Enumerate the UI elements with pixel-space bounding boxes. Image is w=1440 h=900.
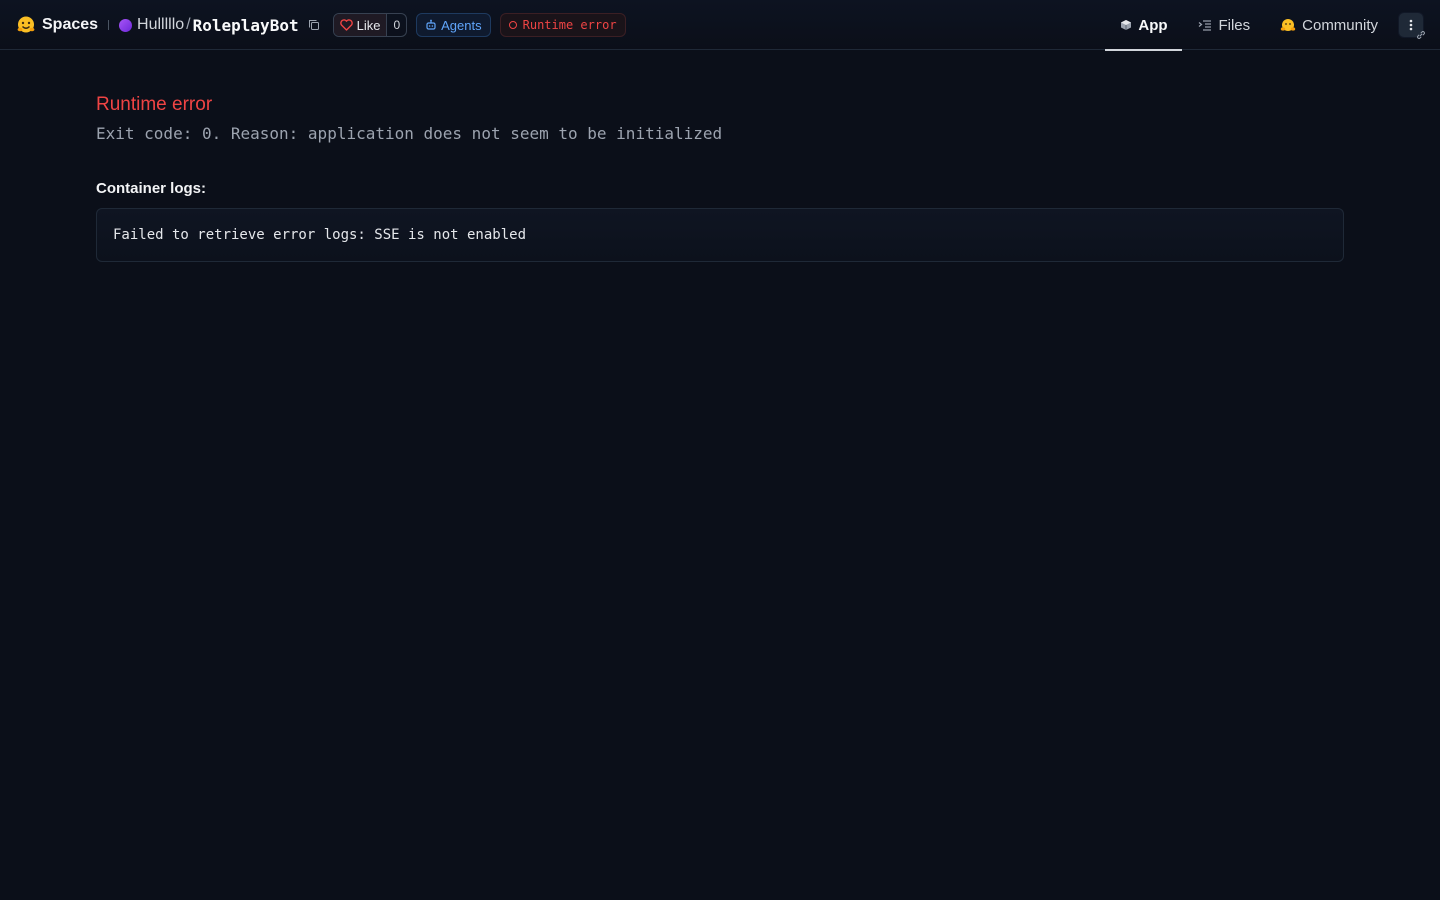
hugging-face-logo-icon[interactable] <box>16 15 36 35</box>
header-divider <box>108 20 110 30</box>
agents-label: Agents <box>441 17 482 33</box>
owner-link[interactable]: Hulllllo <box>137 16 184 34</box>
copy-icon[interactable] <box>307 18 321 32</box>
header-tabs: App Files Community <box>1105 0 1425 51</box>
like-label: Like <box>356 17 381 33</box>
status-label: Runtime error <box>522 18 617 32</box>
like-group: Like 0 <box>332 13 408 37</box>
cube-icon <box>1121 20 1132 30</box>
like-button[interactable]: Like <box>333 14 388 36</box>
error-status-icon <box>508 21 517 29</box>
kebab-menu-icon <box>1409 19 1413 31</box>
error-title: Runtime error <box>96 94 213 115</box>
path-separator: / <box>186 16 191 33</box>
robot-icon <box>426 19 436 30</box>
files-icon <box>1199 20 1212 31</box>
agents-button[interactable]: Agents <box>416 13 491 37</box>
spaces-link[interactable]: Spaces <box>42 16 98 34</box>
error-reason: Exit code: 0. Reason: application does n… <box>96 124 723 143</box>
header-left: Spaces Hulllllo / RoleplayBot Like 0 Age… <box>16 0 626 50</box>
heart-icon <box>339 19 353 31</box>
repo-name-link[interactable]: RoleplayBot <box>193 16 299 35</box>
tab-files[interactable]: Files <box>1184 0 1264 50</box>
container-logs-text: Failed to retrieve error logs: SSE is no… <box>113 227 527 243</box>
status-badge[interactable]: Runtime error <box>499 13 626 37</box>
owner-avatar[interactable] <box>119 18 133 32</box>
more-options-button[interactable] <box>1398 12 1425 39</box>
tab-community-label: Community <box>1302 16 1378 34</box>
like-count[interactable]: 0 <box>387 18 406 32</box>
tab-app[interactable]: App <box>1105 0 1183 51</box>
tab-app-label: App <box>1138 16 1168 34</box>
container-logs-heading: Container logs: <box>96 180 207 197</box>
container-logs-box: Failed to retrieve error logs: SSE is no… <box>96 208 1344 262</box>
main-content: Runtime error Exit code: 0. Reason: appl… <box>96 50 1344 262</box>
link-icon <box>1417 31 1425 39</box>
tab-files-label: Files <box>1218 16 1251 34</box>
top-header: Spaces Hulllllo / RoleplayBot Like 0 Age… <box>0 0 1440 51</box>
tab-community[interactable]: Community <box>1266 0 1392 50</box>
community-icon <box>1280 19 1296 31</box>
